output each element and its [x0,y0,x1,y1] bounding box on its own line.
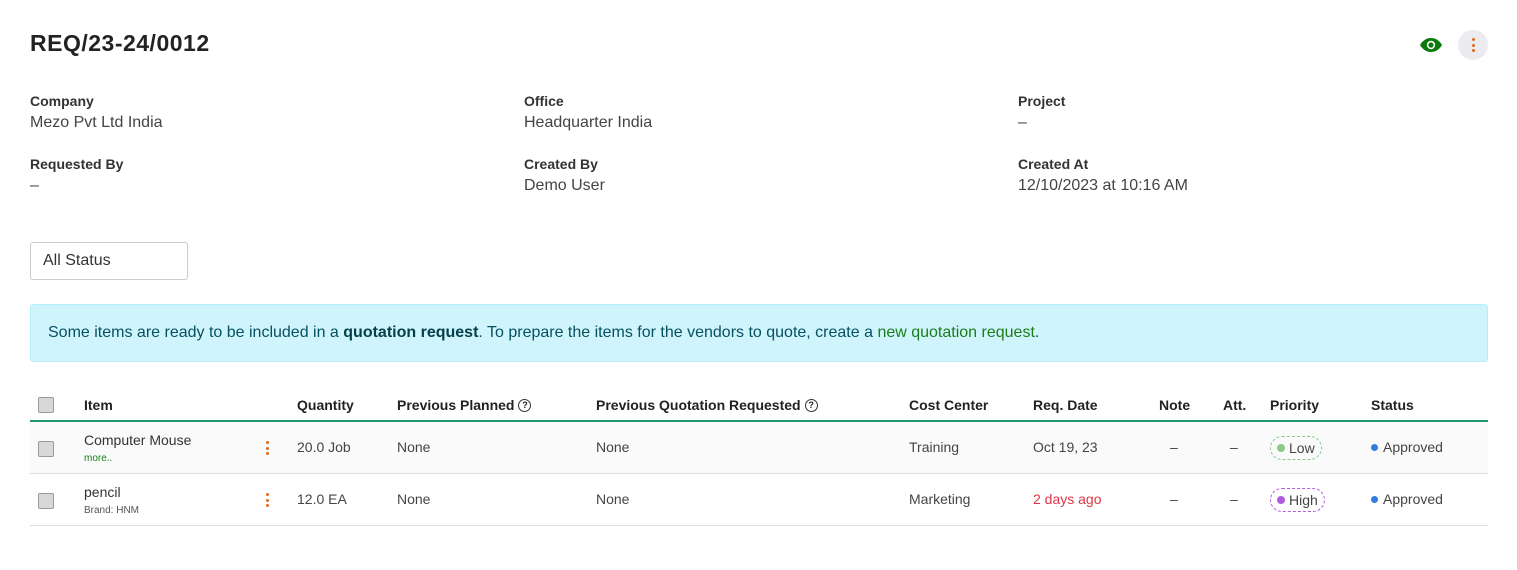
status-badge: Approved [1371,491,1443,507]
requested-by-label: Requested By [30,156,124,172]
row-checkbox[interactable] [38,441,54,457]
project-field: Project – [1018,93,1065,132]
item-req-date: Oct 19, 23 [1033,439,1098,455]
created-at-label: Created At [1018,156,1089,172]
item-previous-quotation: None [596,439,630,455]
project-value: – [1018,114,1027,131]
office-field: Office Headquarter India [524,93,652,132]
info-banner: Some items are ready to be included in a… [30,304,1488,362]
help-icon[interactable]: ? [518,398,532,412]
item-quantity: 12.0 EA [297,491,347,507]
created-at-value: 12/10/2023 at 10:16 AM [1018,177,1188,194]
created-by-field: Created By Demo User [524,156,605,195]
requested-by-value: – [30,177,39,194]
kebab-icon [1467,37,1479,53]
more-options-button[interactable] [1458,30,1488,60]
header-previous-planned: Previous Planned? [397,397,532,413]
office-value: Headquarter India [524,114,653,131]
row-actions-kebab-icon[interactable] [261,438,273,458]
item-cost-center: Training [909,439,960,455]
created-at-field: Created At 12/10/2023 at 10:16 AM [1018,156,1188,195]
header-att: Att. [1223,397,1247,413]
status-dot [1371,495,1378,503]
item-name: pencil [84,484,121,500]
header-note: Note [1159,397,1191,413]
table-header: Item Quantity Previous Planned? Previous… [30,392,1488,422]
header-item: Item [84,397,113,413]
priority-dot [1277,496,1285,504]
view-button[interactable] [1416,32,1446,58]
item-previous-quotation: None [596,491,630,507]
status-badge: Approved [1371,439,1443,455]
project-label: Project [1018,93,1066,109]
item-name: Computer Mouse [84,432,192,448]
item-cost-center: Marketing [909,491,971,507]
header-priority: Priority [1270,397,1320,413]
item-attachment: – [1230,491,1238,507]
row-checkbox[interactable] [38,493,54,509]
priority-badge: High [1270,488,1325,512]
eye-icon [1420,38,1442,52]
item-note: – [1170,491,1178,507]
banner-text: Some items are ready to be included in a… [48,324,1040,341]
help-icon[interactable]: ? [804,398,818,412]
item-previous-planned: None [397,491,431,507]
item-previous-planned: None [397,439,431,455]
select-all-checkbox[interactable] [38,397,54,413]
table-row: Computer Mouse more.. 20.0 Job None None… [30,422,1488,474]
created-by-value: Demo User [524,177,605,194]
items-table: Item Quantity Previous Planned? Previous… [30,392,1488,526]
new-quotation-request-link[interactable]: new quotation request [877,324,1034,341]
item-quantity: 20.0 Job [297,439,351,455]
status-filter-select[interactable]: All Status [30,242,188,280]
page-title: REQ/23-24/0012 [30,30,210,56]
priority-badge: Low [1270,436,1322,460]
table-row: pencil Brand: HNM 12.0 EA None None Mark… [30,474,1488,526]
status-dot [1371,443,1378,451]
company-label: Company [30,93,94,109]
header-cost-center: Cost Center [909,397,989,413]
row-actions-kebab-icon[interactable] [261,490,273,510]
created-by-label: Created By [524,156,598,172]
item-req-date: 2 days ago [1033,491,1102,507]
header-status: Status [1371,397,1414,413]
company-value: Mezo Pvt Ltd India [30,114,163,131]
company-field: Company Mezo Pvt Ltd India [30,93,163,132]
requested-by-field: Requested By – [30,156,123,195]
item-note: – [1170,439,1178,455]
item-more-link[interactable]: more.. [84,453,112,464]
header-req-date: Req. Date [1033,397,1098,413]
priority-dot [1277,444,1285,452]
header-quantity: Quantity [297,397,354,413]
office-label: Office [524,93,564,109]
banner-bold-text: quotation request [343,324,479,341]
header-previous-quotation: Previous Quotation Requested? [596,397,818,413]
item-brand: Brand: HNM [84,505,140,516]
item-attachment: – [1230,439,1238,455]
